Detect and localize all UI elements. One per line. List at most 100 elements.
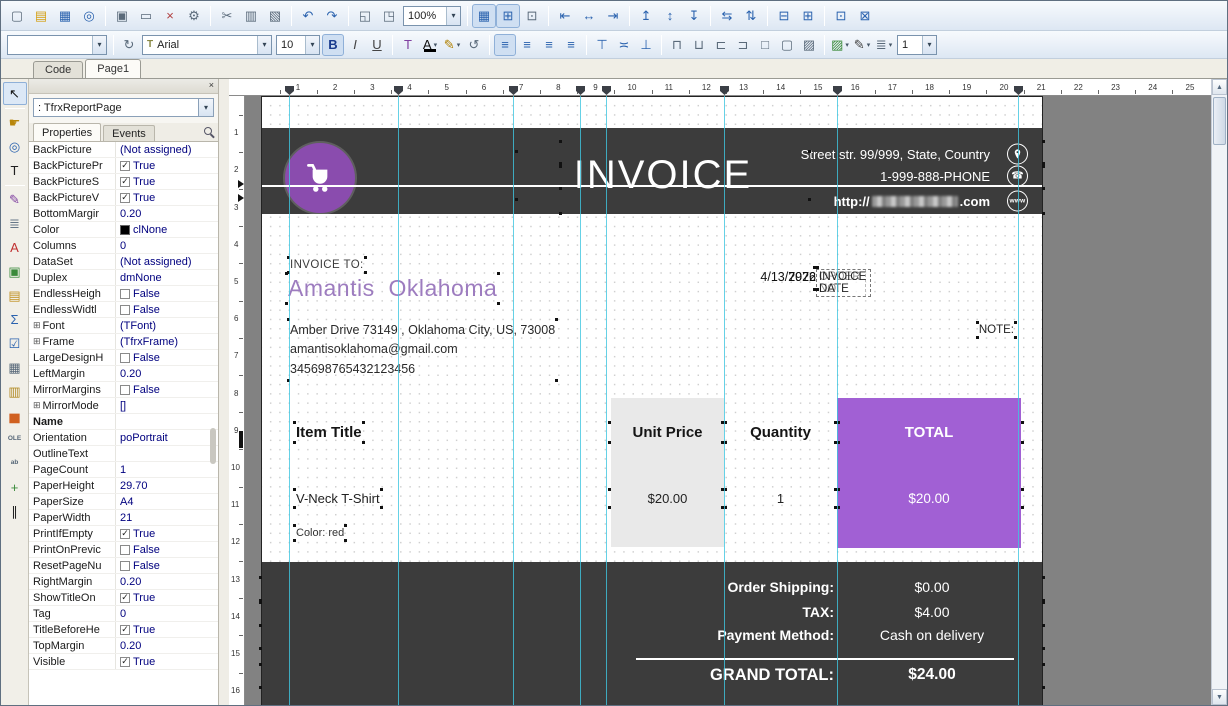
selection-handle[interactable] [559, 187, 562, 190]
dropdown-arrow-icon[interactable]: ▾ [922, 36, 936, 54]
vertical-scrollbar[interactable]: ▲ ▼ [1211, 79, 1227, 705]
undo-button[interactable]: ↶ [296, 4, 320, 28]
selection-handle[interactable] [293, 506, 296, 509]
property-row-paperheight[interactable]: PaperHeight29.70 [29, 478, 218, 494]
company-address[interactable]: Street str. 99/999, State, Country [562, 143, 1042, 165]
customer-details[interactable]: Amber Drive 73149 , Oklahoma City, US, 7… [290, 321, 555, 379]
property-value[interactable]: dmNone [116, 270, 218, 285]
line-width-combo[interactable]: 1▾ [897, 35, 937, 55]
property-row-titlebeforehe[interactable]: TitleBeforeHe✓True [29, 622, 218, 638]
report-page[interactable]: INVOICE Street str. 99/999, State, Count… [261, 96, 1043, 705]
align-text-left-button[interactable]: ≡ [494, 34, 516, 56]
selection-handle[interactable] [608, 488, 611, 491]
property-value[interactable]: (Not assigned) [116, 254, 218, 269]
checkbox[interactable]: ✓ [120, 657, 130, 667]
shipping-row[interactable]: Order Shipping: $0.00 [262, 579, 1042, 599]
company-logo[interactable] [285, 143, 355, 213]
select-tool[interactable]: ↖ [3, 82, 27, 105]
guide-line[interactable] [724, 96, 725, 705]
guide-marker-icon[interactable] [720, 86, 729, 95]
cut-button[interactable]: ✂ [215, 4, 239, 28]
guide-marker-icon[interactable] [1014, 86, 1023, 95]
property-value[interactable]: False [116, 350, 218, 365]
selection-handle[interactable] [364, 271, 367, 274]
property-row-frame[interactable]: ⊞Frame(TfrxFrame) [29, 334, 218, 350]
property-row-backpicturepr[interactable]: BackPicturePr✓True [29, 158, 218, 174]
align-h-centers-button[interactable]: ↔ [577, 4, 601, 28]
property-row-backpicturev[interactable]: BackPictureV✓True [29, 190, 218, 206]
guide-line[interactable] [580, 96, 581, 705]
property-value[interactable]: [] [116, 398, 218, 413]
column-header-unit-price[interactable]: Unit Price [611, 424, 724, 441]
property-value[interactable]: False [116, 302, 218, 317]
center-vertically-button[interactable]: ⊠ [853, 4, 877, 28]
property-value[interactable]: 1 [116, 462, 218, 477]
selection-handle[interactable] [608, 421, 611, 424]
checkbox[interactable] [120, 545, 130, 555]
search-icon[interactable] [204, 127, 212, 135]
selection-handle[interactable] [559, 212, 562, 215]
new-dialog-button[interactable]: ▭ [134, 4, 158, 28]
selection-handle[interactable] [1042, 162, 1045, 165]
guide-marker-icon[interactable] [394, 86, 403, 95]
customer-name[interactable]: Amantis Oklahoma [288, 275, 497, 302]
align-right-edges-button[interactable]: ⇥ [601, 4, 625, 28]
property-row-showtitleon[interactable]: ShowTitleOn✓True [29, 590, 218, 606]
page-tab-code[interactable]: Code [33, 61, 83, 78]
selection-handle[interactable] [380, 506, 383, 509]
frame-left-button[interactable]: ⊏ [710, 34, 732, 56]
dropdown-arrow-icon[interactable]: ▾ [305, 36, 319, 54]
property-row-font[interactable]: ⊞Font(TFont) [29, 318, 218, 334]
same-height-button[interactable]: ⊞ [796, 4, 820, 28]
item-quantity-cell[interactable]: 1 [724, 491, 837, 506]
selection-handle[interactable] [285, 302, 288, 305]
selection-handle[interactable] [1021, 441, 1024, 444]
selection-handle[interactable] [259, 647, 262, 650]
property-value[interactable]: ✓True [116, 190, 218, 205]
selection-handle[interactable] [808, 198, 811, 201]
picture-tool[interactable]: ▣ [3, 260, 27, 283]
guide-line[interactable] [837, 96, 838, 705]
selection-handle[interactable] [555, 379, 558, 382]
tax-row[interactable]: TAX: $4.00 [262, 604, 1042, 624]
property-value[interactable]: ✓True [116, 654, 218, 669]
expand-icon[interactable]: ⊞ [33, 400, 41, 411]
selection-handle[interactable] [259, 601, 262, 604]
open-report-button[interactable]: ▤ [29, 4, 53, 28]
underline-button[interactable]: U [366, 34, 388, 56]
column-header-quantity[interactable]: Quantity [724, 424, 837, 441]
item-total-cell[interactable]: $20.00 [837, 491, 1021, 506]
expand-icon[interactable]: ⊞ [33, 320, 41, 331]
align-to-grid-button[interactable]: ⊞ [496, 4, 520, 28]
show-grid-button[interactable]: ▦ [472, 4, 496, 28]
font-size-combo[interactable]: 10▾ [276, 35, 320, 55]
new-report-button[interactable]: ▢ [5, 4, 29, 28]
property-row-outlinetext[interactable]: OutlineText [29, 446, 218, 462]
selection-handle[interactable] [1042, 140, 1045, 143]
guide-line[interactable] [606, 96, 607, 705]
property-row-printonprevic[interactable]: PrintOnPrevicFalse [29, 542, 218, 558]
checkbox[interactable] [120, 353, 130, 363]
font-color-button[interactable]: A▾ [419, 34, 441, 56]
selection-handle[interactable] [608, 506, 611, 509]
band-position-marker[interactable] [239, 431, 243, 448]
selection-handle[interactable] [559, 162, 562, 165]
inspector-tab-properties[interactable]: Properties [33, 123, 101, 141]
item-name-cell[interactable]: V-Neck T-Shirt [296, 491, 380, 506]
property-value[interactable]: False [116, 542, 218, 557]
company-phone[interactable]: 1-999-888-PHONE ☎ [562, 165, 1042, 187]
same-width-button[interactable]: ⊟ [772, 4, 796, 28]
center-horizontally-button[interactable]: ⊡ [829, 4, 853, 28]
checkbox[interactable]: ✓ [120, 593, 130, 603]
highlight-color-button[interactable]: ✎▾ [441, 34, 463, 56]
property-row-paperwidth[interactable]: PaperWidth21 [29, 510, 218, 526]
selection-handle[interactable] [515, 198, 518, 201]
selection-handle[interactable] [559, 165, 562, 168]
property-value[interactable]: False [116, 558, 218, 573]
zoom-combo[interactable]: 100%▾ [403, 6, 461, 26]
barcode-tool[interactable]: ∥ [3, 500, 27, 523]
checkbox[interactable] [120, 385, 130, 395]
property-row-pagecount[interactable]: PageCount1 [29, 462, 218, 478]
dropdown-arrow-icon[interactable]: ▾ [889, 41, 893, 49]
grand-total-row[interactable]: GRAND TOTAL: $24.00 [262, 666, 1042, 686]
